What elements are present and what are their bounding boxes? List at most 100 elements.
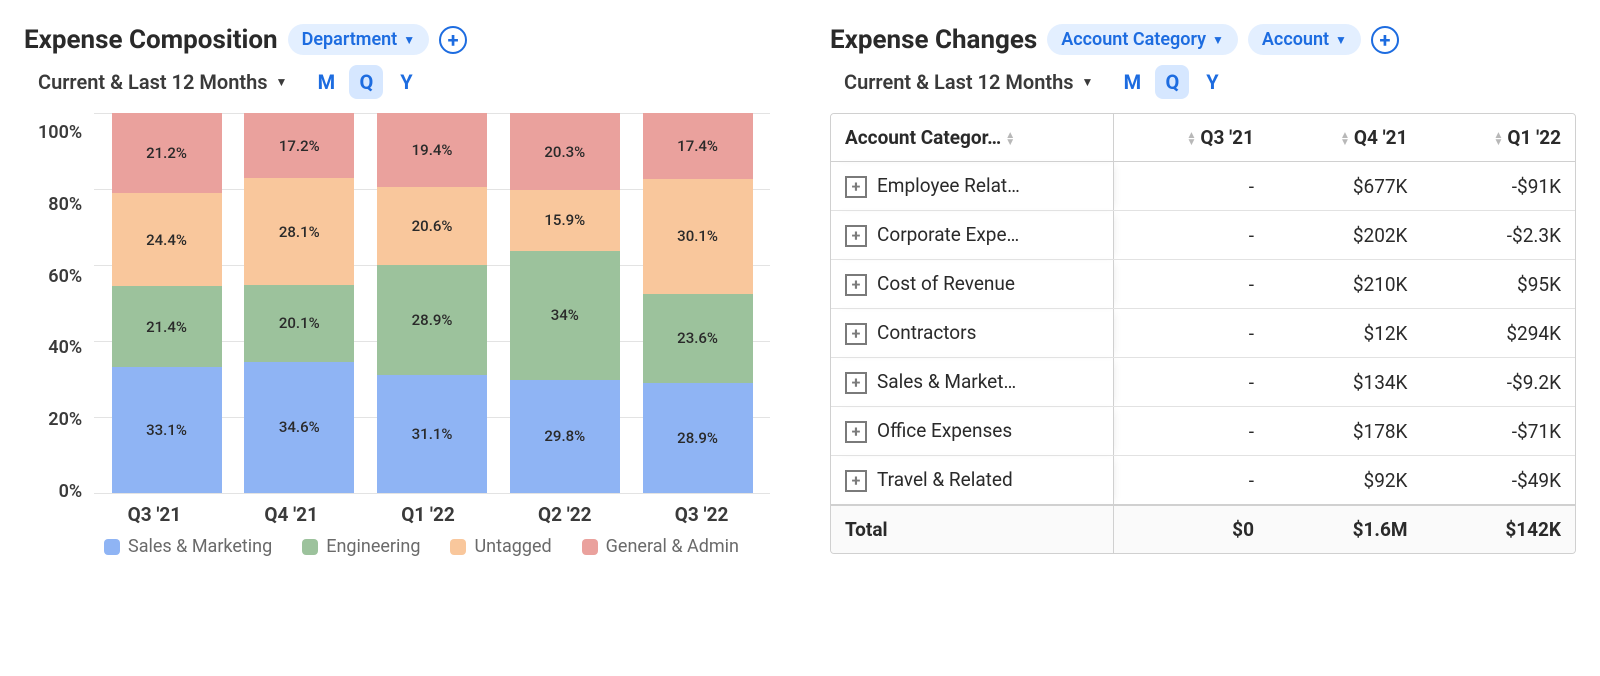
bar-segment[interactable]: 34.6% — [244, 362, 354, 493]
granularity-month-button[interactable]: M — [1115, 65, 1149, 99]
table-row: +Corporate Expe…-$202K-$2.3K — [831, 211, 1575, 260]
table-cell: -$91K — [1421, 162, 1575, 211]
legend-label: Untagged — [474, 536, 551, 557]
bar-segment[interactable]: 24.4% — [112, 193, 222, 286]
add-filter-button[interactable]: + — [439, 26, 467, 54]
expand-row-button[interactable]: + — [845, 421, 867, 443]
chart-y-axis: 100%80%60%40%20%0% — [38, 113, 86, 493]
x-tick-label: Q2 '22 — [538, 503, 592, 526]
bar-segment[interactable]: 17.2% — [244, 113, 354, 178]
period-selector[interactable]: Current & Last 12 Months ▼ — [844, 70, 1093, 94]
row-name-cell: + Corporate Expe… — [831, 211, 1114, 260]
table-cell: $95K — [1421, 260, 1575, 309]
bar-column[interactable]: 28.9%23.6%30.1%17.4% — [643, 113, 753, 493]
row-name-label: Cost of Revenue — [877, 272, 1015, 295]
filter-chip-department[interactable]: Department ▼ — [288, 24, 429, 55]
legend-item[interactable]: Sales & Marketing — [104, 536, 272, 557]
column-header[interactable]: ▲▼ Q4 '21 — [1268, 114, 1422, 162]
row-name-cell: +Travel & Related — [831, 456, 1114, 506]
column-header-label: Q1 '22 — [1507, 126, 1561, 149]
chevron-down-icon: ▼ — [276, 75, 288, 89]
bar-segment[interactable]: 15.9% — [510, 190, 620, 250]
table-cell: $202K — [1268, 211, 1422, 260]
bar-segment[interactable]: 29.8% — [510, 380, 620, 493]
granularity-month-button[interactable]: M — [309, 65, 343, 99]
legend-item[interactable]: Untagged — [450, 536, 551, 557]
table-cell: $210K — [1268, 260, 1422, 309]
expand-row-button[interactable]: + — [845, 176, 867, 198]
bar-column[interactable]: 34.6%20.1%28.1%17.2% — [244, 113, 354, 493]
expand-row-button[interactable]: + — [845, 274, 867, 296]
y-tick-label: 100% — [38, 122, 82, 143]
bar-segment[interactable]: 21.4% — [112, 286, 222, 367]
sort-icon[interactable]: ▲▼ — [1340, 132, 1350, 146]
total-label: Total — [831, 505, 1114, 553]
legend-swatch — [302, 539, 318, 555]
bar-segment[interactable]: 34% — [510, 251, 620, 380]
granularity-quarter-button[interactable]: Q — [1155, 65, 1189, 99]
bar-segment[interactable]: 28.9% — [377, 265, 487, 375]
legend-item[interactable]: General & Admin — [582, 536, 739, 557]
bar-segment[interactable]: 20.1% — [244, 285, 354, 361]
bar-column[interactable]: 33.1%21.4%24.4%21.2% — [112, 113, 222, 493]
y-tick-label: 20% — [38, 409, 82, 430]
legend-label: Engineering — [326, 536, 420, 557]
legend-item[interactable]: Engineering — [302, 536, 420, 557]
bar-column[interactable]: 29.8%34%15.9%20.3% — [510, 113, 620, 493]
chart-x-axis: Q3 '21Q4 '21Q1 '22Q2 '22Q3 '22 — [86, 503, 770, 526]
granularity-quarter-button[interactable]: Q — [349, 65, 383, 99]
expense-changes-table: Account Categor…▲▼▲▼Q3 '21▲▼Q4 '21▲▼Q1 '… — [830, 113, 1576, 554]
filter-chip-account-category[interactable]: Account Category ▼ — [1047, 24, 1238, 55]
row-name-cell: +Employee Relat… — [831, 162, 1114, 211]
bar-segment[interactable]: 20.3% — [510, 113, 620, 190]
sort-icon[interactable]: ▲▼ — [1186, 132, 1196, 146]
column-header[interactable]: ▲▼Q3 '21 — [1114, 114, 1268, 162]
bar-segment[interactable]: 20.6% — [377, 187, 487, 265]
bar-segment[interactable]: 23.6% — [643, 294, 753, 384]
add-filter-button[interactable]: + — [1371, 26, 1399, 54]
column-header[interactable]: ▲▼Q1 '22 — [1421, 114, 1575, 162]
expand-row-button[interactable]: + — [845, 225, 867, 247]
row-name-label: Corporate Expe… — [877, 223, 1019, 246]
sort-icon[interactable]: ▲▼ — [1494, 132, 1504, 146]
expense-changes-panel: Expense Changes Account Category ▼ Accou… — [830, 24, 1576, 554]
bar-segment[interactable]: 28.1% — [244, 178, 354, 285]
bar-segment[interactable]: 31.1% — [377, 375, 487, 493]
table-cell: $677K — [1268, 162, 1422, 211]
column-header-label: Q4 '21 — [1354, 126, 1408, 149]
legend-label: General & Admin — [606, 536, 739, 557]
legend-swatch — [582, 539, 598, 555]
row-name-label: Office Expenses — [877, 419, 1012, 442]
table-cell: - — [1114, 456, 1268, 506]
table-cell: $12K — [1268, 309, 1422, 358]
bar-segment[interactable]: 28.9% — [643, 383, 753, 493]
table-cell: - — [1114, 309, 1268, 358]
page-title-composition: Expense Composition — [24, 25, 278, 55]
table-total-row: Total$0$1.6M$142K — [831, 505, 1575, 553]
expand-row-button[interactable]: + — [845, 470, 867, 492]
granularity-year-button[interactable]: Y — [389, 65, 423, 99]
table-cell: $178K — [1268, 407, 1422, 456]
total-cell: $142K — [1421, 505, 1575, 553]
table-row: +Sales & Market…-$134K-$9.2K — [831, 358, 1575, 407]
column-header-category[interactable]: Account Categor…▲▼ — [831, 114, 1114, 162]
y-tick-label: 60% — [38, 266, 82, 287]
expand-row-button[interactable]: + — [845, 323, 867, 345]
bar-column[interactable]: 31.1%28.9%20.6%19.4% — [377, 113, 487, 493]
sort-icon[interactable]: ▲▼ — [1005, 132, 1015, 146]
period-selector[interactable]: Current & Last 12 Months ▼ — [38, 70, 287, 94]
bar-segment[interactable]: 17.4% — [643, 113, 753, 179]
bar-segment[interactable]: 19.4% — [377, 113, 487, 187]
bar-segment[interactable]: 30.1% — [643, 179, 753, 293]
table-row: +Travel & Related-$92K-$49K — [831, 456, 1575, 506]
table-cell: -$49K — [1421, 456, 1575, 506]
granularity-year-button[interactable]: Y — [1195, 65, 1229, 99]
bar-segment[interactable]: 21.2% — [112, 113, 222, 193]
filter-chip-account[interactable]: Account ▼ — [1248, 24, 1361, 55]
expand-row-button[interactable]: + — [845, 372, 867, 394]
table-cell: -$2.3K — [1421, 211, 1575, 260]
table-cell: $92K — [1268, 456, 1422, 506]
bar-segment[interactable]: 33.1% — [112, 367, 222, 493]
y-tick-label: 0% — [38, 481, 82, 502]
row-name-cell: + Office Expenses — [831, 407, 1114, 456]
